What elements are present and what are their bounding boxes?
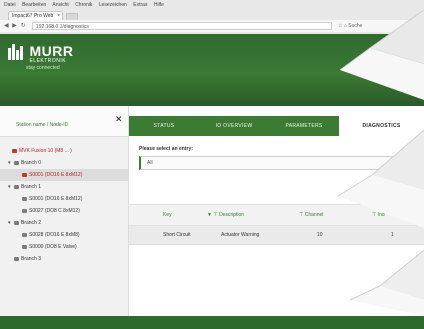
- device-icon: [22, 197, 27, 201]
- tree-node[interactable]: Branch 3: [0, 253, 128, 265]
- tree-node-label: Branch 0: [21, 160, 42, 166]
- tree-node[interactable]: S0001 (DO16 E 8xM12): [0, 169, 128, 181]
- menu-file[interactable]: Datei: [4, 2, 16, 8]
- tree-node-label: Branch 2: [21, 220, 42, 226]
- device-icon: [14, 161, 19, 165]
- column-description[interactable]: ▼ ⊤ Description: [207, 205, 244, 225]
- device-error-icon: [22, 173, 27, 177]
- device-icon: [22, 245, 27, 249]
- url-field[interactable]: 192.168.0.1/diagnostics: [32, 22, 332, 30]
- browser-tab[interactable]: Impact67 Pro Web ×: [8, 11, 63, 20]
- main-panel: STATUS IO OVERVIEW PARAMETERS DIAGNOSTIC…: [129, 106, 424, 316]
- cell-description: Actuator Warning: [221, 232, 260, 238]
- logo-bars-icon: [8, 44, 23, 60]
- murr-logo[interactable]: MURR ELEKTRONIK stay connected: [8, 44, 73, 71]
- tree-node-label: S0027 (DO8 C 8xM12): [29, 208, 80, 214]
- tree-node-label: Branch 3: [21, 256, 42, 262]
- device-icon: [22, 233, 27, 237]
- app-header: MURR ELEKTRONIK stay connected: [0, 34, 424, 106]
- chevron-down-icon[interactable]: ▾: [8, 181, 13, 193]
- tree-node[interactable]: ▾ Branch 1: [0, 181, 128, 193]
- diagnostics-table: Key ▼ ⊤ Description ⊤ Channel ⊤ Ind Shor…: [129, 204, 424, 245]
- menu-tools[interactable]: Extras: [133, 2, 147, 8]
- browser-toolbar-right[interactable]: ☆ ⌂ Suche: [338, 22, 362, 30]
- nav-buttons-icon[interactable]: ◀ ▶ ↻: [4, 22, 27, 30]
- tree-node[interactable]: S0028 (DO16 E 8xM8): [0, 229, 128, 241]
- chevron-down-icon[interactable]: ▾: [8, 157, 13, 169]
- device-tree-sidebar: Station name / Node-ID ✕ MVK Fusion 10 (…: [0, 106, 129, 316]
- menu-edit[interactable]: Bearbeiten: [22, 2, 46, 8]
- tree-node-label: MVK Fusion 10 (M8 ... ): [19, 148, 72, 154]
- device-icon: [14, 257, 19, 261]
- column-key[interactable]: Key: [163, 205, 172, 225]
- app-footer: [0, 316, 424, 329]
- cell-ind: 1: [391, 232, 394, 238]
- tree-node-label: S0001 (DO16 E 8xM12): [29, 172, 83, 178]
- close-icon[interactable]: ×: [57, 12, 60, 20]
- cell-channel: 10: [317, 232, 323, 238]
- device-tree: MVK Fusion 10 (M8 ... ) ▾ Branch 0 S0001 (D…: [0, 137, 128, 265]
- browser-chrome: Datei Bearbeiten Ansicht Chronik Lesezei…: [0, 0, 424, 35]
- column-channel[interactable]: ⊤ Channel: [299, 205, 323, 225]
- menu-help[interactable]: Hilfe: [154, 2, 164, 8]
- tree-node[interactable]: S0001 (DO16 E 8xM12): [0, 193, 128, 205]
- address-bar-row: ◀ ▶ ↻ 192.168.0.1/diagnostics ☆ ⌂ Suche: [0, 20, 424, 32]
- tree-node[interactable]: ▾ Branch 0: [0, 157, 128, 169]
- tab-parameters[interactable]: PARAMETERS: [269, 116, 339, 136]
- menu-view[interactable]: Ansicht: [52, 2, 68, 8]
- close-icon[interactable]: ✕: [115, 115, 123, 124]
- browser-menubar: Datei Bearbeiten Ansicht Chronik Lesezei…: [0, 0, 424, 10]
- device-error-icon: [12, 149, 17, 153]
- tab-io-overview[interactable]: IO OVERVIEW: [199, 116, 269, 136]
- tree-node-label: Branch 1: [21, 184, 42, 190]
- entry-select[interactable]: All: [139, 156, 424, 170]
- tree-node-label: S0001 (DO16 E 8xM12): [29, 196, 83, 202]
- brand-tagline: stay connected: [26, 65, 60, 71]
- table-row[interactable]: Short Circuit Actuator Warning 10 1: [129, 226, 424, 245]
- cell-key: Short Circuit: [163, 232, 191, 238]
- menu-history[interactable]: Chronik: [75, 2, 92, 8]
- tree-node-label: S0028 (DO16 E 8xM8): [29, 232, 80, 238]
- device-icon: [22, 209, 27, 213]
- main-tabs: STATUS IO OVERVIEW PARAMETERS DIAGNOSTIC…: [129, 116, 424, 136]
- tree-node-label: S0000 (DO8 E Valve): [29, 244, 77, 250]
- station-search-label[interactable]: Station name / Node-ID: [16, 122, 68, 128]
- brand-name: MURR: [29, 43, 74, 59]
- device-icon: [14, 221, 19, 225]
- tab-status[interactable]: STATUS: [129, 116, 199, 136]
- tree-node[interactable]: ▾ Branch 2: [0, 217, 128, 229]
- tree-node[interactable]: S0000 (DO8 E Valve): [0, 241, 128, 253]
- tab-diagnostics[interactable]: DIAGNOSTICS: [339, 116, 424, 136]
- browser-tabstrip: Impact67 Pro Web ×: [0, 10, 424, 21]
- column-ind[interactable]: ⊤ Ind: [372, 205, 385, 225]
- chevron-down-icon[interactable]: ▾: [8, 217, 13, 229]
- sidebar-search: Station name / Node-ID ✕: [0, 106, 128, 137]
- browser-tab-title: Impact67 Pro Web: [12, 13, 54, 19]
- device-icon: [14, 185, 19, 189]
- select-entry-prompt: Please select an entry:: [139, 146, 193, 152]
- tree-node[interactable]: MVK Fusion 10 (M8 ... ): [0, 145, 128, 157]
- tree-node[interactable]: S0027 (DO8 C 8xM12): [0, 205, 128, 217]
- table-header: Key ▼ ⊤ Description ⊤ Channel ⊤ Ind: [129, 204, 424, 226]
- menu-bookmarks[interactable]: Lesezeichen: [99, 2, 127, 8]
